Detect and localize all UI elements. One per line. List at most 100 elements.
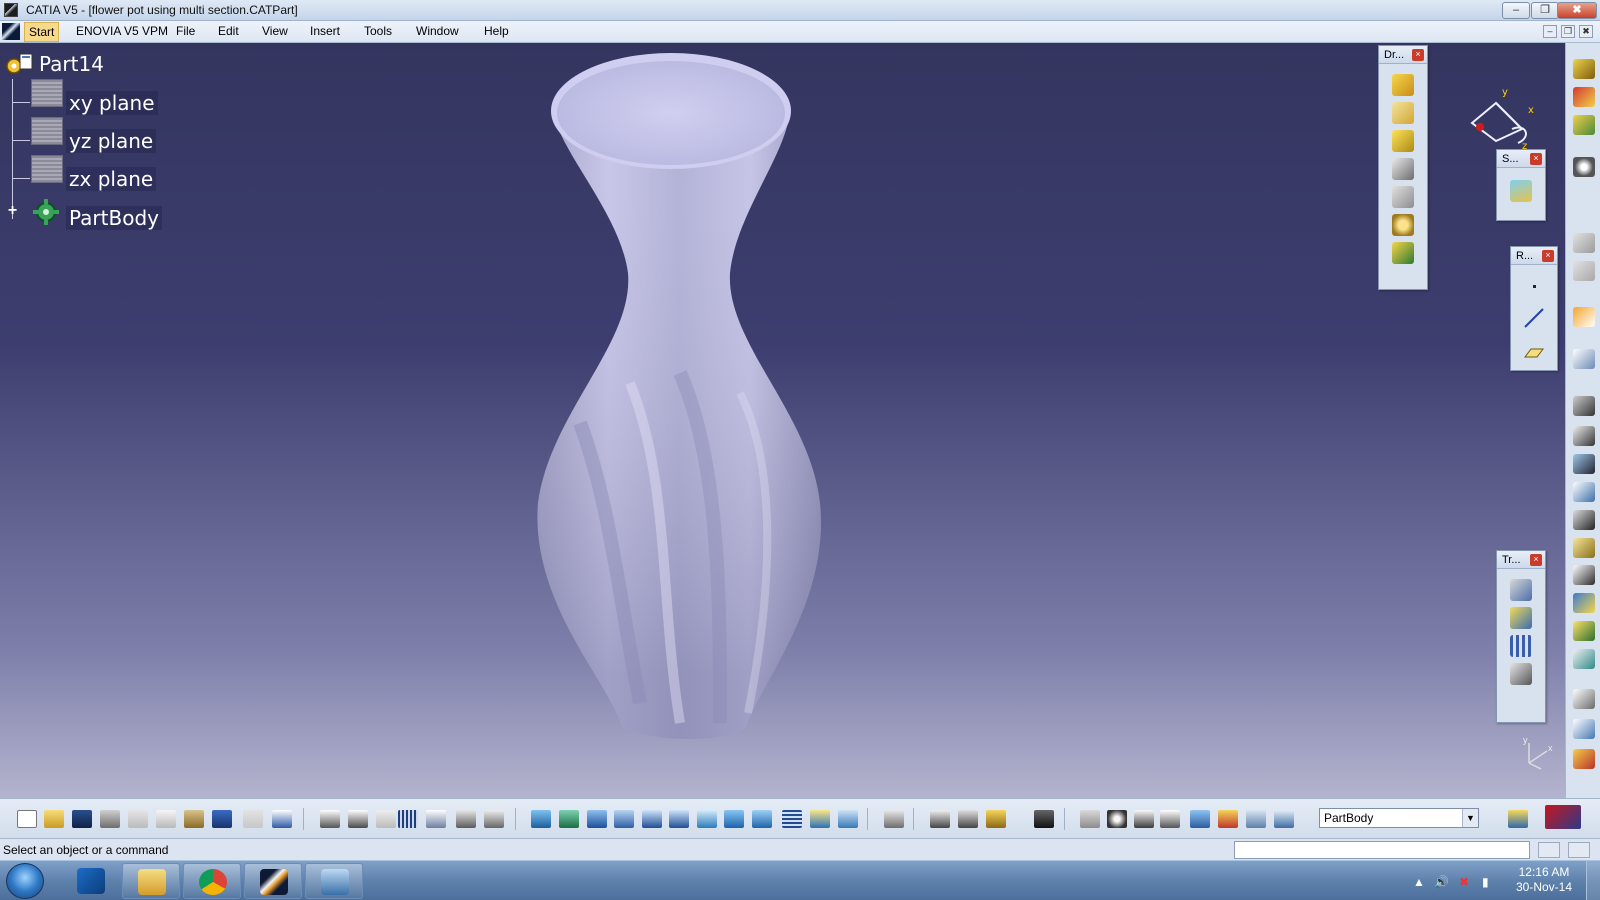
swap-space-icon[interactable] — [838, 810, 858, 828]
part-root-icon[interactable] — [3, 52, 37, 80]
menu-file[interactable]: File — [172, 24, 199, 38]
update-icon[interactable] — [884, 810, 904, 828]
show-hidden-icons-icon[interactable]: ▲ — [1413, 875, 1425, 889]
law-icon[interactable] — [376, 810, 396, 828]
close-icon[interactable]: × — [1530, 554, 1542, 566]
taskbar-outlook[interactable] — [62, 863, 120, 899]
apply-material-bottom-icon[interactable] — [1508, 810, 1528, 828]
expand-partbody-toggle[interactable]: + — [5, 203, 20, 219]
menu-window[interactable]: Window — [412, 24, 463, 38]
zx-plane-icon[interactable] — [31, 155, 63, 183]
tree-item-yz-plane[interactable]: yz plane — [66, 129, 157, 153]
design-table-icon[interactable] — [398, 810, 418, 828]
tree-item-partbody[interactable]: PartBody — [66, 206, 162, 230]
menu-enovia[interactable]: ENOVIA V5 VPM — [72, 24, 172, 38]
rotate-icon[interactable] — [614, 810, 634, 828]
close-icon[interactable]: × — [1412, 49, 1424, 61]
print-icon[interactable] — [100, 810, 120, 828]
menu-help[interactable]: Help — [480, 24, 513, 38]
thread-icon[interactable] — [1392, 214, 1414, 236]
units-icon[interactable] — [1160, 810, 1180, 828]
taskbar-catia[interactable] — [244, 863, 302, 899]
instantiate-icon[interactable] — [426, 810, 446, 828]
split-icon[interactable] — [1573, 649, 1595, 669]
slot-icon[interactable] — [1573, 510, 1595, 530]
zoom-in-icon[interactable] — [642, 810, 662, 828]
axis-system-icon[interactable] — [1134, 810, 1154, 828]
scale-icon[interactable] — [1510, 663, 1532, 685]
redo-icon[interactable] — [243, 810, 263, 828]
line-icon[interactable] — [1524, 308, 1544, 328]
minimize-button[interactable]: – — [1502, 2, 1530, 19]
cut-icon[interactable] — [128, 810, 148, 828]
shading-icon[interactable] — [782, 810, 802, 828]
pocket-icon[interactable] — [1573, 115, 1595, 135]
sketch-icon[interactable] — [1510, 180, 1532, 202]
doc-close-button[interactable]: ✖ — [1579, 25, 1593, 38]
sketch-toolbar[interactable]: S... × — [1496, 149, 1546, 221]
taskbar-explorer[interactable] — [122, 863, 180, 899]
compass-icon[interactable]: y x z — [1462, 83, 1542, 151]
catia-app-icon[interactable] — [4, 3, 18, 17]
status-options-button[interactable] — [1568, 842, 1590, 858]
menu-tools[interactable]: Tools — [360, 24, 396, 38]
pan-icon[interactable] — [587, 810, 607, 828]
tree-item-zx-plane[interactable]: zx plane — [66, 167, 157, 191]
catia-menu-logo-icon[interactable] — [2, 23, 20, 40]
undo-icon[interactable] — [212, 810, 232, 828]
define-in-work-object-icon[interactable] — [1218, 810, 1238, 828]
3d-viewport[interactable]: Part14 xy plane yz plane zx plane + Part… — [0, 43, 1565, 798]
mirror-icon[interactable] — [1510, 607, 1532, 629]
menu-start[interactable]: Start — [24, 22, 60, 42]
constraint-icon[interactable] — [930, 810, 950, 828]
boolean-icon[interactable] — [1573, 621, 1595, 641]
yz-plane-icon[interactable] — [31, 117, 63, 145]
fit-all-icon[interactable] — [559, 810, 579, 828]
close-icon[interactable]: × — [1530, 153, 1542, 165]
fly-mode-icon[interactable] — [531, 810, 551, 828]
select-arrow-icon[interactable] — [1573, 307, 1595, 327]
paste-icon[interactable] — [184, 810, 204, 828]
status-action-button[interactable] — [1538, 842, 1560, 858]
knowledge-advisor-icon[interactable] — [348, 810, 368, 828]
open-folder-icon[interactable] — [44, 810, 64, 828]
pattern-icon[interactable] — [1510, 635, 1532, 657]
draft-icon[interactable] — [1392, 130, 1414, 152]
translate-icon[interactable] — [1510, 579, 1532, 601]
apply-material-icon[interactable] — [1573, 749, 1595, 769]
multi-section-solid-icon[interactable] — [1573, 565, 1595, 585]
pad-icon[interactable] — [1573, 87, 1595, 107]
tree-root-part[interactable]: Part14 — [39, 52, 104, 76]
scan-icon[interactable] — [1190, 810, 1210, 828]
menu-view[interactable]: View — [258, 24, 292, 38]
close-icon[interactable]: × — [1542, 250, 1554, 262]
stiffener-icon[interactable] — [1573, 538, 1595, 558]
power-input-field[interactable] — [1234, 841, 1530, 859]
save-icon[interactable] — [72, 810, 92, 828]
remove-face-icon[interactable] — [1392, 242, 1414, 264]
chamfer-icon[interactable] — [1392, 102, 1414, 124]
tree-item-xy-plane[interactable]: xy plane — [66, 91, 158, 115]
globe-icon[interactable] — [1107, 810, 1127, 828]
annotation-icon[interactable] — [1573, 689, 1595, 709]
current-body-select[interactable]: PartBody ▼ — [1319, 808, 1479, 828]
whats-this-icon[interactable] — [272, 810, 292, 828]
windows-start-icon[interactable] — [6, 863, 44, 899]
capture-camera-icon[interactable] — [1034, 810, 1054, 828]
doc-minimize-button[interactable]: – — [1543, 25, 1557, 38]
network-error-icon[interactable]: ✖ — [1459, 875, 1469, 889]
body-icon[interactable] — [1274, 810, 1294, 828]
dress-up-toolbar[interactable]: Dr... × — [1378, 45, 1428, 290]
thickness-icon[interactable] — [1392, 186, 1414, 208]
refresh-icon[interactable] — [1080, 810, 1100, 828]
partbody-gear-icon[interactable] — [32, 198, 60, 226]
part-design-icon[interactable] — [456, 810, 476, 828]
hole-icon[interactable] — [1573, 454, 1595, 474]
point-icon[interactable] — [1533, 285, 1536, 288]
copy-icon[interactable] — [156, 810, 176, 828]
zoom-out-icon[interactable] — [669, 810, 689, 828]
layers-icon[interactable] — [1246, 810, 1266, 828]
transformation-toolbar[interactable]: Tr... × — [1496, 550, 1546, 723]
restore-button[interactable]: ❐ — [1531, 2, 1559, 19]
menu-edit[interactable]: Edit — [214, 24, 243, 38]
